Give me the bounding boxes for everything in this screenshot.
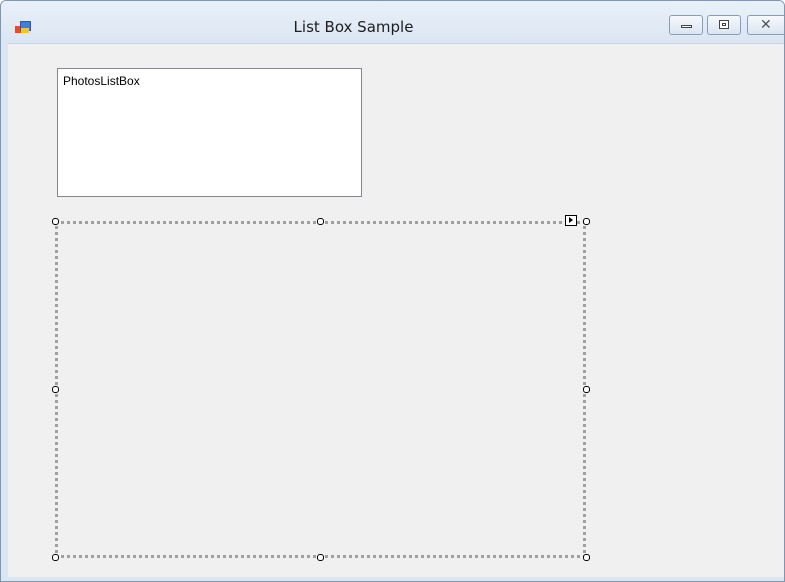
resize-handle-top-left[interactable] [52, 218, 59, 225]
form-client-area: PhotosListBox [8, 43, 784, 578]
app-window: List Box Sample ✕ PhotosListBox [0, 0, 785, 582]
maximize-button[interactable] [707, 15, 741, 35]
close-icon: ✕ [760, 17, 772, 33]
resize-handle-bottom[interactable] [317, 554, 324, 561]
maximize-icon [719, 20, 729, 29]
picture-box[interactable] [55, 221, 586, 558]
minimize-icon [681, 25, 692, 28]
resize-handle-right[interactable] [583, 386, 590, 393]
title-bar[interactable]: List Box Sample ✕ [1, 1, 784, 43]
photos-listbox[interactable]: PhotosListBox [57, 68, 362, 197]
minimize-button[interactable] [669, 15, 703, 35]
resize-handle-bottom-left[interactable] [52, 554, 59, 561]
smart-tag-arrow-icon[interactable] [565, 215, 577, 226]
list-item[interactable]: PhotosListBox [63, 74, 140, 88]
resize-handle-bottom-right[interactable] [583, 554, 590, 561]
window-title: List Box Sample [293, 18, 414, 36]
close-button[interactable]: ✕ [747, 15, 784, 35]
resize-handle-top-right[interactable] [583, 218, 590, 225]
resize-handle-top[interactable] [317, 218, 324, 225]
window-bottom-border [1, 577, 784, 581]
resize-handle-left[interactable] [52, 386, 59, 393]
